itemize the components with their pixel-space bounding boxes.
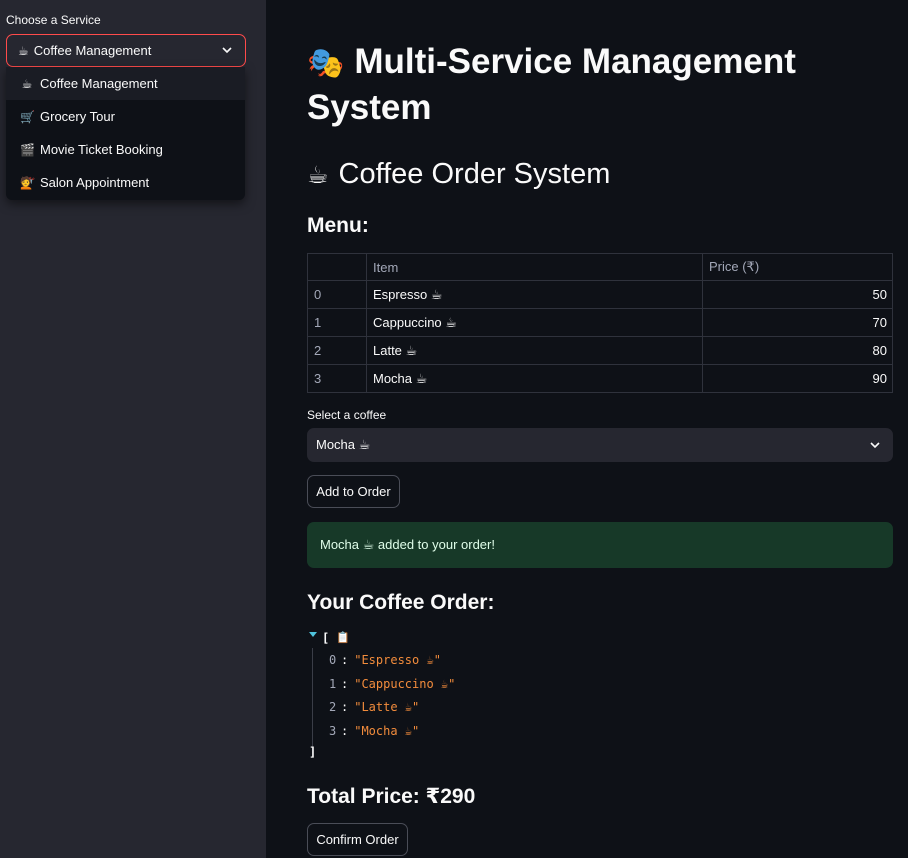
success-alert: Mocha ☕ added to your order!: [307, 522, 893, 568]
table-cell-item: Espresso ☕: [366, 280, 703, 309]
table-header-price[interactable]: Price (₹): [702, 253, 893, 281]
table-row: 2 Latte ☕ 80: [307, 336, 893, 365]
coffee-select-label: Select a coffee: [307, 408, 387, 422]
chevron-down-icon[interactable]: [869, 439, 881, 451]
json-value: "Mocha ☕": [354, 724, 420, 738]
service-option-grocery[interactable]: 🛒 Grocery Tour: [6, 100, 245, 133]
json-indent-guide: [312, 648, 313, 756]
service-dropdown-menu: ☕ Coffee Management 🛒 Grocery Tour 🎬 Mov…: [6, 67, 245, 200]
table-cell-index: 0: [307, 280, 367, 309]
table-cell-index: 1: [307, 308, 367, 337]
coffee-icon: ☕: [18, 43, 29, 58]
clapper-board-icon: 🎬: [20, 142, 35, 157]
table-cell-price: 80: [702, 336, 893, 365]
coffee-select-value: Mocha ☕: [316, 437, 371, 452]
success-message: Mocha ☕ added to your order!: [320, 537, 495, 552]
json-close-bracket: ]: [309, 745, 317, 759]
json-item: 1: "Cappuccino ☕": [329, 677, 456, 691]
table-header-index: [307, 253, 367, 281]
service-select[interactable]: ☕ Coffee Management: [6, 34, 246, 67]
json-item: 0: "Espresso ☕": [329, 653, 441, 667]
haircut-icon: 💇: [20, 175, 35, 190]
service-option-label: Grocery Tour: [40, 109, 115, 124]
json-value: "Cappuccino ☕": [354, 677, 456, 691]
table-cell-price: 70: [702, 308, 893, 337]
coffee-icon: ☕: [307, 162, 329, 189]
total-price: Total Price: ₹290: [307, 785, 476, 808]
confirm-order-button[interactable]: Confirm Order: [307, 823, 408, 856]
table-cell-index: 3: [307, 364, 367, 393]
collapse-caret-icon[interactable]: [309, 632, 317, 637]
service-option-salon[interactable]: 💇 Salon Appointment: [6, 166, 245, 199]
page-title: 🎭 Multi-Service Management System: [307, 40, 867, 130]
json-key: 2: [329, 700, 337, 714]
section-title-text: Coffee Order System: [338, 158, 611, 190]
sidebar: Choose a Service ☕ Coffee Management ☕ C…: [0, 0, 266, 858]
coffee-icon: ☕: [21, 76, 33, 91]
table-cell-price: 90: [702, 364, 893, 393]
table-header-item[interactable]: Item: [366, 253, 703, 281]
json-key: 0: [329, 653, 337, 667]
table-cell-item: Mocha ☕: [366, 364, 703, 393]
table-header-row: Item Price (₹): [307, 253, 893, 281]
table-cell-item: Cappuccino ☕: [366, 308, 703, 337]
add-to-order-button[interactable]: Add to Order: [307, 475, 400, 508]
service-option-movie[interactable]: 🎬 Movie Ticket Booking: [6, 133, 245, 166]
theater-masks-icon: 🎭: [307, 47, 345, 80]
json-item: 2: "Latte ☕": [329, 700, 420, 714]
service-option-coffee[interactable]: ☕ Coffee Management: [6, 67, 245, 100]
order-heading: Your Coffee Order:: [307, 591, 495, 614]
table-cell-item: Latte ☕: [366, 336, 703, 365]
table-cell-price: 50: [702, 280, 893, 309]
table-row: 1 Cappuccino ☕ 70: [307, 308, 893, 337]
clipboard-icon[interactable]: 📋: [336, 631, 350, 644]
menu-table: Item Price (₹) 0 Espresso ☕ 50 1 Cappucc…: [307, 253, 893, 393]
page-title-text: Multi-Service Management System: [307, 42, 796, 127]
section-title: ☕ Coffee Order System: [307, 154, 610, 196]
json-value: "Espresso ☕": [354, 653, 441, 667]
json-key: 3: [329, 724, 337, 738]
service-option-label: Coffee Management: [40, 76, 158, 91]
chevron-down-icon[interactable]: [221, 44, 233, 56]
service-select-label: Choose a Service: [6, 13, 101, 27]
service-option-label: Movie Ticket Booking: [40, 142, 163, 157]
service-select-value: Coffee Management: [33, 43, 152, 58]
table-row: 0 Espresso ☕ 50: [307, 280, 893, 309]
json-item: 3: "Mocha ☕": [329, 724, 420, 738]
coffee-select[interactable]: Mocha ☕: [307, 428, 893, 462]
table-cell-index: 2: [307, 336, 367, 365]
service-option-label: Salon Appointment: [40, 175, 150, 190]
json-key: 1: [329, 677, 337, 691]
shopping-cart-icon: 🛒: [20, 109, 35, 124]
menu-heading: Menu:: [307, 214, 369, 237]
json-value: "Latte ☕": [354, 700, 420, 714]
json-open-bracket: [: [322, 631, 330, 645]
table-row: 3 Mocha ☕ 90: [307, 364, 893, 393]
